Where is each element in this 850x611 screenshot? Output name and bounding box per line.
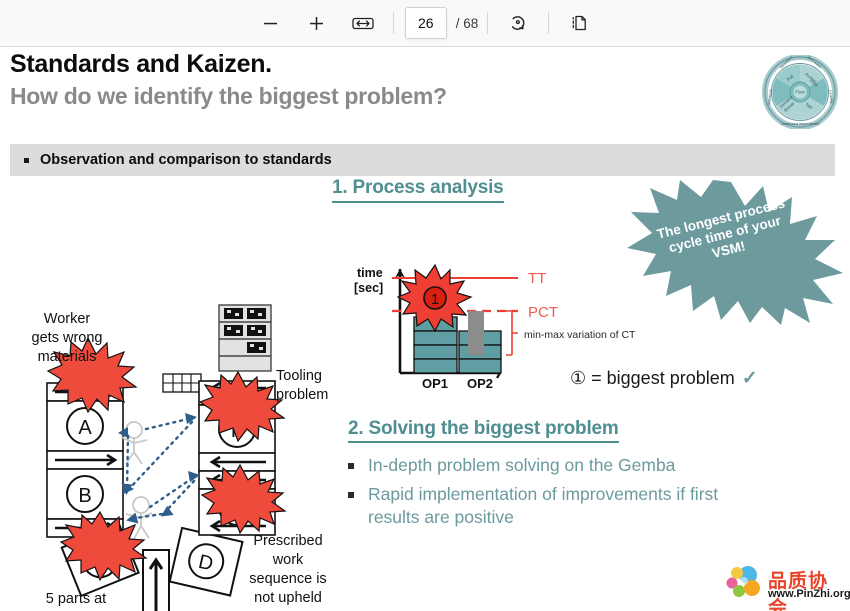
- starburst-callout-icon: [627, 180, 843, 325]
- station-label-b: B: [78, 485, 91, 507]
- pinzhi-logo: 品质协会 www.PinZhi.org: [726, 565, 850, 611]
- svg-text:Continuous improvement: Continuous improvement: [781, 122, 820, 126]
- page-total-label: / 68: [455, 15, 479, 31]
- chart-y-axis-label-line2: [sec]: [354, 281, 383, 295]
- zoom-in-button[interactable]: [300, 8, 334, 38]
- bullet-square-icon: [348, 463, 354, 469]
- bullet-square-icon: [348, 492, 354, 498]
- chart-ref-line-label-tt: TT: [528, 270, 546, 287]
- page-outline-button[interactable]: [562, 8, 596, 38]
- svg-text:1: 1: [431, 291, 439, 308]
- check-icon: ✓: [741, 368, 758, 389]
- fit-width-button[interactable]: [346, 8, 380, 38]
- svg-text:Flow: Flow: [795, 90, 805, 95]
- rotate-icon: [512, 16, 525, 30]
- banner-bullet-square-icon: [24, 157, 29, 163]
- fit-width-icon: [352, 17, 374, 29]
- minus-icon: [264, 22, 278, 24]
- page-number-input[interactable]: [404, 7, 447, 39]
- biggest-problem-text: ① = biggest problem: [570, 368, 735, 388]
- solution-bullet-1: In-depth problem solving on the Gemba: [348, 454, 778, 477]
- grid-tray-icon: [162, 373, 202, 393]
- rotate-button[interactable]: [501, 8, 535, 38]
- vertical-conveyor-icon: [142, 549, 170, 611]
- heading-solving-problem: 2. Solving the biggest problem: [348, 418, 619, 443]
- plus-icon: [310, 16, 324, 30]
- label-worker-wrong-materials: Workergets wrongmaterials: [32, 311, 103, 365]
- chart-variation-annotation: min-max variation of CT: [524, 329, 636, 341]
- banner-observation: Observation and comparison to standards: [10, 144, 835, 176]
- chart-y-axis-label-line1: time: [357, 266, 383, 280]
- heading-process-analysis: 1. Process analysis: [332, 177, 504, 203]
- pdf-page: Standards and Kaizen. How do we identify…: [0, 47, 850, 611]
- zoom-out-button[interactable]: [254, 8, 288, 38]
- solution-bullet-2: Rapid implementation of improvements if …: [348, 483, 768, 529]
- lean-wheel-logo-icon: Flow Perfect Fluid Pull Demand Based Tak…: [762, 55, 838, 129]
- toolbar-divider-2: [487, 12, 489, 34]
- page-title: Standards and Kaizen.: [10, 50, 272, 78]
- chart-xtick-op2: OP2: [467, 376, 493, 391]
- spaghetti-layout-diagram: A B C D: [32, 304, 328, 611]
- toolbar-divider-3: [548, 12, 550, 34]
- solution-bullet-2-label: Rapid implementation of improvements if …: [368, 484, 719, 527]
- toolbar-divider-1: [392, 12, 394, 34]
- pdf-toolbar: / 68: [0, 0, 850, 47]
- label-prescribed-sequence: Prescribedworksequence isnot upheld: [249, 533, 326, 606]
- biggest-problem-note: ① = biggest problem ✓: [570, 367, 758, 390]
- chart-xtick-op1: OP1: [422, 376, 448, 391]
- solution-bullet-1-label: In-depth problem solving on the Gemba: [368, 455, 676, 475]
- pinzhi-mark-icon: [726, 566, 760, 597]
- document-outline-icon: [572, 15, 587, 31]
- label-tooling-problem: Toolingproblem: [276, 368, 328, 403]
- label-five-parts: 5 parts atthe workstation: [46, 591, 106, 611]
- pinzhi-logo-url: www.PinZhi.org: [768, 588, 850, 600]
- station-label-a: A: [78, 417, 92, 439]
- page-subtitle: How do we identify the biggest problem?: [10, 83, 447, 109]
- parts-rack-icon: [218, 304, 272, 372]
- chart-problem-starburst-icon: 1: [396, 263, 473, 333]
- worker-figure-icon: [120, 421, 148, 465]
- chart-ref-line-label-pct: PCT: [528, 304, 558, 321]
- banner-label: Observation and comparison to standards: [40, 152, 332, 168]
- movement-arrowhead-icon: [118, 413, 200, 524]
